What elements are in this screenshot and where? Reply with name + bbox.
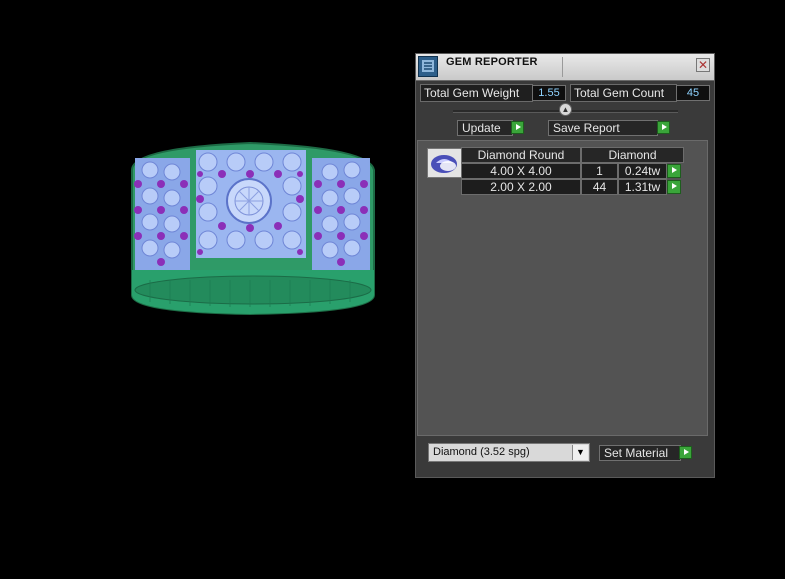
update-button[interactable]: Update xyxy=(457,120,513,136)
set-material-label: Set Material xyxy=(604,446,669,460)
row-select-arrow-icon[interactable] xyxy=(667,180,681,194)
row-count: 1 xyxy=(581,163,618,179)
save-report-play-icon[interactable] xyxy=(657,121,670,134)
slider-handle[interactable]: ▲ xyxy=(559,103,572,116)
gem-reporter-panel: GEM REPORTER ✕ Total Gem Weight 1.55 Tot… xyxy=(415,53,715,478)
table-header-material: Diamond xyxy=(581,147,684,163)
set-material-button[interactable]: Set Material xyxy=(599,445,681,461)
update-play-icon[interactable] xyxy=(511,121,524,134)
close-icon: ✕ xyxy=(697,58,709,72)
set-material-play-icon[interactable] xyxy=(679,446,692,459)
total-count-label: Total Gem Count xyxy=(570,84,677,102)
save-report-label: Save Report xyxy=(553,121,620,135)
row-weight: 1.31tw xyxy=(618,179,667,195)
ring-model xyxy=(131,141,375,316)
round-diamond-icon[interactable] xyxy=(427,148,462,178)
row-count: 44 xyxy=(581,179,618,195)
row-weight: 0.24tw xyxy=(618,163,667,179)
row-select-arrow-icon[interactable] xyxy=(667,164,681,178)
title-divider xyxy=(562,57,563,77)
total-count-value: 45 xyxy=(676,85,710,101)
panel-titlebar[interactable]: GEM REPORTER ✕ xyxy=(416,54,714,81)
save-report-button[interactable]: Save Report xyxy=(548,120,658,136)
material-select-value: Diamond (3.52 spg) xyxy=(433,446,530,458)
update-label: Update xyxy=(462,121,501,135)
panel-title: GEM REPORTER xyxy=(446,56,538,68)
close-button[interactable]: ✕ xyxy=(696,58,710,72)
chevron-down-icon[interactable]: ▼ xyxy=(572,445,588,460)
gem-reporter-app-icon xyxy=(418,56,438,77)
3d-viewport[interactable] xyxy=(0,0,410,574)
total-weight-value: 1.55 xyxy=(532,85,566,101)
row-size: 4.00 X 4.00 xyxy=(461,163,581,179)
total-weight-label: Total Gem Weight xyxy=(420,84,533,102)
row-size: 2.00 X 2.00 xyxy=(461,179,581,195)
material-select[interactable]: Diamond (3.52 spg) ▼ xyxy=(428,443,590,462)
table-header-shape: Diamond Round xyxy=(461,147,581,163)
gem-list-area: Diamond Round Diamond 4.00 X 4.00 1 0.24… xyxy=(417,140,708,436)
